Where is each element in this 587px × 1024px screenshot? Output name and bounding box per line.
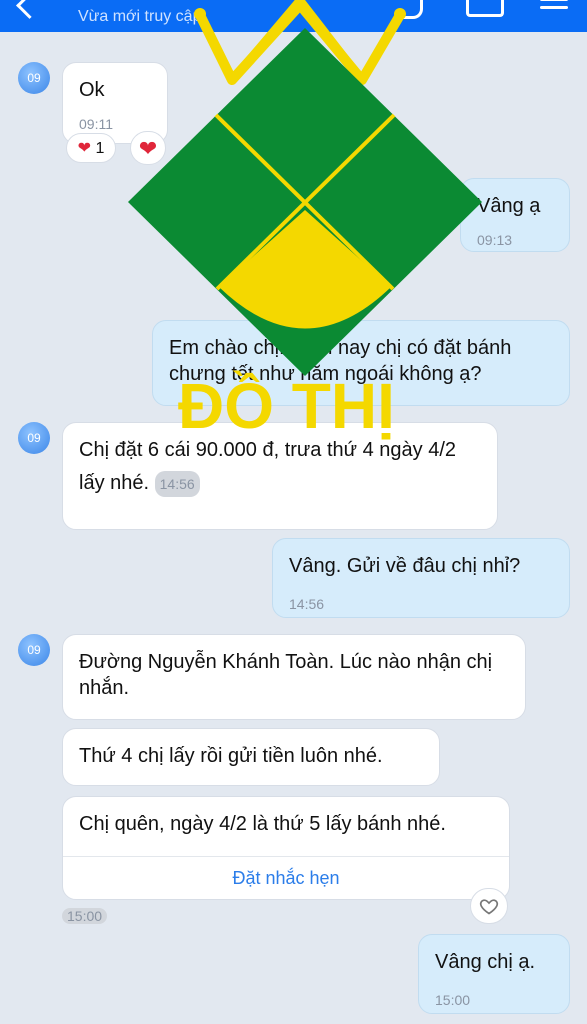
chat-header: Vừa mới truy cập — [0, 0, 587, 32]
message-text: Vâng. Gửi về đâu chị nhỉ? — [289, 555, 521, 577]
react-button[interactable] — [470, 888, 508, 924]
react-button[interactable]: ❤ — [130, 131, 166, 165]
avatar[interactable]: 09 — [18, 62, 50, 94]
heart-outline-icon — [479, 899, 499, 915]
avatar[interactable]: 09 — [18, 422, 50, 454]
message-bubble[interactable]: Chị quên, ngày 4/2 là thứ 5 lấy bánh nhé… — [62, 796, 510, 900]
video-call-icon[interactable] — [466, 0, 504, 17]
message-bubble[interactable]: Vâng ạ 09:13 — [460, 178, 570, 252]
reaction-summary[interactable]: ❤ 1 — [66, 133, 116, 163]
message-time: 14:56 — [289, 596, 325, 612]
message-bubble[interactable]: Vâng. Gửi về đâu chị nhỉ? 14:56 — [272, 538, 570, 618]
message-text: Thứ 4 chị lấy rồi gửi tiền luôn nhé. — [79, 745, 383, 767]
message-bubble[interactable]: Đường Nguyễn Khánh Toàn. Lúc nào nhận ch… — [62, 634, 526, 720]
phone-icon[interactable] — [402, 0, 423, 19]
message-bubble[interactable]: Em chào chị. Năm nay chị có đặt bánh chư… — [152, 320, 570, 406]
message-time: 14:56 — [154, 471, 200, 497]
avatar[interactable]: 09 — [18, 634, 50, 666]
set-reminder-button[interactable]: Đặt nhắc hẹn — [63, 856, 509, 899]
avatar-label: 09 — [27, 431, 41, 445]
message-bubble[interactable]: Chị đặt 6 cái 90.000 đ, trưa thứ 4 ngày … — [62, 422, 498, 530]
message-text: Vâng chị ạ. — [435, 951, 536, 973]
heart-icon: ❤ — [77, 140, 92, 157]
message-text: Đường Nguyễn Khánh Toàn. Lúc nào nhận ch… — [79, 651, 493, 699]
message-bubble[interactable]: Vâng chị ạ. 15:00 — [418, 934, 570, 1014]
message-text: Em chào chị. Năm nay chị có đặt bánh chư… — [169, 337, 512, 385]
contact-status: Vừa mới truy cập — [78, 8, 202, 25]
group-time: 15:00 — [62, 908, 108, 924]
reaction-count: 1 — [95, 140, 105, 157]
heart-icon: ❤ — [138, 136, 158, 161]
avatar-label: 09 — [27, 71, 41, 85]
message-text: Chị quên, ngày 4/2 là thứ 5 lấy bánh nhé… — [79, 813, 446, 835]
message-text: Chị đặt 6 cái 90.000 đ, trưa thứ 4 ngày … — [79, 439, 457, 494]
message-bubble[interactable]: Thứ 4 chị lấy rồi gửi tiền luôn nhé. — [62, 728, 440, 786]
message-text: Vâng ạ — [477, 195, 541, 217]
menu-icon[interactable] — [540, 0, 568, 12]
back-arrow-icon[interactable] — [16, 0, 43, 19]
message-time: 09:13 — [477, 232, 513, 248]
message-time: 15:00 — [435, 992, 471, 1008]
avatar-label: 09 — [27, 643, 41, 657]
message-text: Ok — [79, 79, 105, 101]
